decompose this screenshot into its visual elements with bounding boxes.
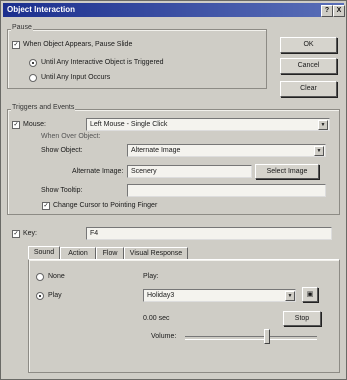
alternate-image-field[interactable]: Scenery [127,165,252,178]
play-select-value: Holiday3 [147,292,175,299]
when-appears-checkbox[interactable]: ✓ [12,41,20,49]
mouse-checkbox[interactable]: ✓ [12,121,20,129]
sound-play-label: Play [48,292,62,299]
triggers-group-label: Triggers and Events [11,104,76,111]
play-select[interactable]: Holiday3 [143,289,296,302]
alternate-image-label: Alternate Image: [72,168,124,175]
chevron-down-icon[interactable]: ▼ [314,146,324,156]
until-triggered-radio[interactable] [29,59,37,67]
help-button[interactable]: ? [321,5,333,17]
mouse-label: Mouse: [23,121,46,128]
title-bar: Object Interaction ? X [3,3,345,17]
window-title: Object Interaction [7,5,76,14]
sound-none-radio[interactable] [36,273,44,281]
chevron-down-icon[interactable]: ▼ [318,120,328,130]
show-object-select[interactable]: Alternate Image [127,144,326,157]
sound-none-label: None [48,273,65,280]
key-checkbox[interactable]: ✓ [12,230,20,238]
change-cursor-checkbox[interactable]: ✓ [42,202,50,210]
clear-button[interactable]: Clear [280,81,337,97]
key-label: Key: [23,230,38,237]
chevron-down-icon[interactable]: ▼ [285,291,295,301]
show-tooltip-field[interactable] [127,184,326,197]
until-triggered-label: Until Any Interactive Object is Triggere… [41,59,164,66]
alternate-image-value: Scenery [131,168,157,175]
tab-visual-response[interactable]: Visual Response [124,247,188,259]
until-input-label: Until Any Input Occurs [41,74,111,81]
folder-icon[interactable]: ▣ [302,287,318,302]
pause-group-label: Pause [11,24,33,31]
play-header: Play: [143,273,159,280]
stop-button[interactable]: Stop [283,311,321,326]
mouse-select[interactable]: Left Mouse - Single Click [86,118,330,131]
select-image-button[interactable]: Select Image [255,164,319,179]
tab-sound[interactable]: Sound [28,246,60,259]
change-cursor-label: Change Cursor to Pointing Finger [53,202,158,209]
key-value: F4 [90,230,99,237]
volume-slider-track[interactable] [185,336,317,340]
show-tooltip-label: Show Tooltip: [41,187,83,194]
cancel-button[interactable]: Cancel [280,58,337,74]
tab-action[interactable]: Action [60,247,96,259]
volume-label: Volume: [151,333,177,340]
mouse-select-value: Left Mouse - Single Click [90,121,168,128]
when-over-label: When Over Object: [41,133,101,140]
show-object-value: Alternate Image [131,147,181,154]
key-field[interactable]: F4 [86,227,332,240]
sound-play-radio[interactable] [36,292,44,300]
until-input-radio[interactable] [29,74,37,82]
volume-slider-thumb[interactable] [264,329,270,344]
ok-button[interactable]: OK [280,37,337,53]
duration-label: 0.00 sec [143,315,170,322]
object-interaction-dialog: Object Interaction ? X Pause ✓ When Obje… [0,0,347,380]
show-object-label: Show Object: [41,147,83,154]
when-appears-label: When Object Appears, Pause Slide [23,41,133,48]
close-button[interactable]: X [333,5,345,17]
tab-flow[interactable]: Flow [96,247,124,259]
